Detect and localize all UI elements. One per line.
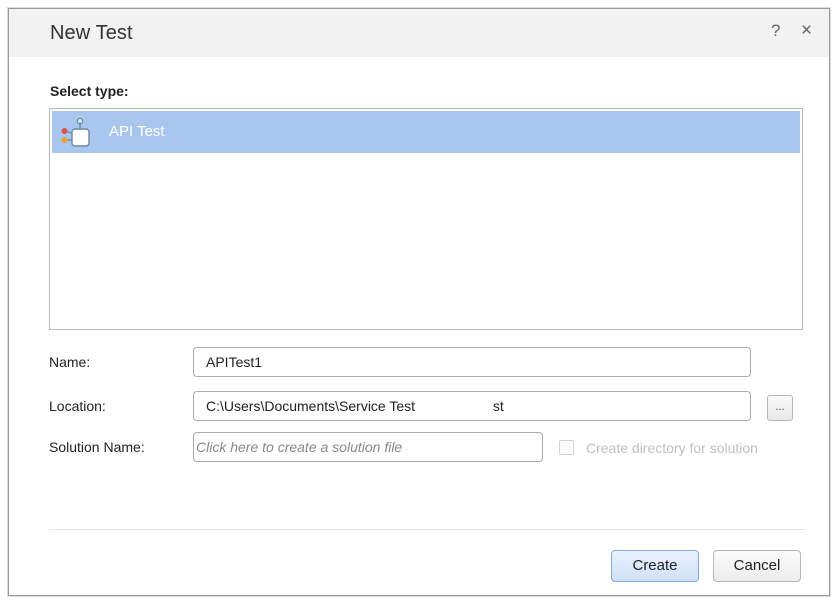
- footer-divider: [49, 529, 805, 530]
- location-label: Location:: [49, 398, 106, 414]
- screen: New Test ? × Select type: API Test Name:: [0, 0, 833, 600]
- create-button[interactable]: Create: [611, 550, 699, 582]
- type-item-api-test[interactable]: API Test: [52, 111, 800, 153]
- create-directory-label: Create directory for solution: [586, 440, 758, 456]
- name-label: Name:: [49, 354, 91, 370]
- name-field[interactable]: [193, 347, 751, 377]
- type-item-label: API Test: [109, 123, 165, 140]
- cancel-button[interactable]: Cancel: [713, 550, 801, 582]
- create-directory-checkbox[interactable]: [559, 440, 574, 455]
- api-test-icon: [61, 117, 90, 147]
- location-field[interactable]: [193, 391, 751, 421]
- select-type-label: Select type:: [50, 83, 129, 99]
- question-mark-icon[interactable]: ?: [771, 21, 780, 41]
- solution-name-label: Solution Name:: [49, 439, 145, 455]
- type-list[interactable]: API Test: [49, 108, 803, 330]
- close-icon[interactable]: ×: [801, 21, 812, 41]
- new-test-dialog: New Test ? × Select type: API Test Name:: [8, 8, 830, 596]
- solution-name-field[interactable]: [193, 432, 543, 462]
- browse-button[interactable]: ...: [767, 395, 793, 421]
- dialog-title: New Test: [50, 22, 133, 44]
- dialog-titlebar: New Test ? ×: [9, 9, 829, 57]
